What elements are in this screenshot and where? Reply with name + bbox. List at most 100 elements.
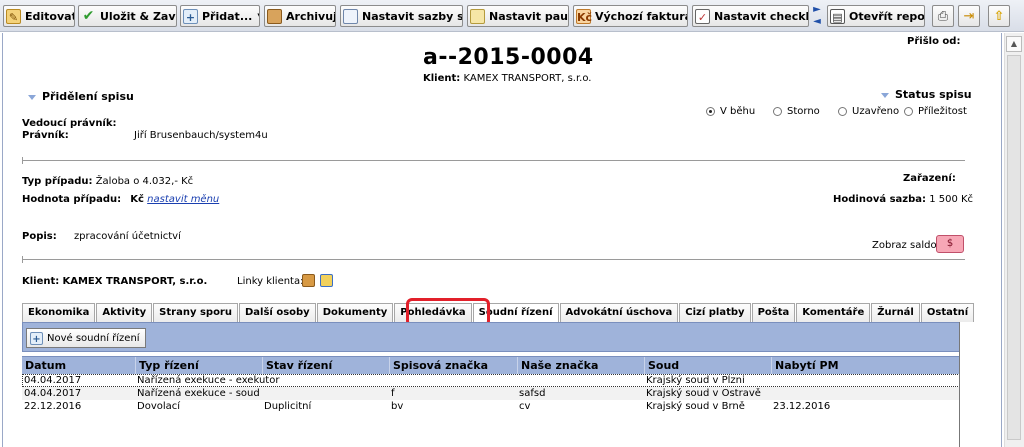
contacts-icon[interactable]: [320, 274, 333, 287]
print-button[interactable]: ⎙: [932, 5, 954, 27]
set-flat-fee-button[interactable]: Nastavit paušál: [467, 5, 569, 27]
open-report-button[interactable]: ▤ Otevřít report: [827, 5, 925, 27]
cell-legal-force: 23.12.2016: [773, 401, 831, 412]
status-option-label: Uzavřeno: [852, 106, 900, 117]
edit-button[interactable]: ✎ Editovat: [3, 5, 75, 27]
status-radio-running[interactable]: V běhu: [706, 106, 755, 117]
status-option-label: Storno: [787, 106, 820, 117]
new-court-proceeding-button[interactable]: + Nové soudní řízení: [26, 328, 146, 348]
section-divider: [22, 157, 965, 164]
swap-arrows-icon[interactable]: ► ◄: [811, 4, 823, 28]
set-flat-fee-button-label: Nastavit paušál: [489, 9, 569, 23]
tab-foreign-payments[interactable]: Cizí platby: [679, 303, 751, 322]
case-type-value: Žaloba o 4.032,- Kč: [95, 176, 194, 187]
grid-toolbar: [22, 322, 960, 352]
table-row[interactable]: 04.04.2017 Nařízená exekuce - soud f saf…: [22, 387, 960, 400]
report-icon: ▤: [830, 8, 845, 24]
category-label: Zařazení:: [903, 173, 956, 184]
status-radio-opportunity[interactable]: Příležitost: [904, 106, 967, 117]
tab-activities[interactable]: Aktivity: [96, 303, 153, 322]
header-client-name: KAMEX TRANSPORT, s.r.o.: [463, 73, 592, 84]
archive-button[interactable]: Archivuj: [264, 5, 336, 27]
header-client-label: Klient:: [423, 73, 461, 84]
cell-proceeding-type: Nařízená exekuce - exekutor: [137, 375, 280, 386]
move-up-button[interactable]: ⇧: [988, 5, 1010, 27]
arrived-from-label: Přišlo od:: [907, 36, 961, 47]
column-header-proceeding-status[interactable]: Stav řízení: [262, 357, 389, 375]
hourly-rate-value: 1 500 Kč: [929, 194, 974, 205]
tab-journal[interactable]: Žurnál: [871, 303, 920, 322]
status-radio-closed[interactable]: Uzavřeno: [838, 106, 899, 117]
tab-other-persons[interactable]: Další osoby: [238, 303, 316, 322]
address-book-icon[interactable]: [302, 274, 315, 287]
tab-mail[interactable]: Pošta: [751, 303, 796, 322]
cell-court: Krajský soud v Brně: [646, 401, 745, 412]
client-links-label: Linky klienta:: [237, 276, 304, 287]
cell-our-reference: safsd: [519, 388, 546, 399]
table-row[interactable]: 04.04.2017 Nařízená exekuce - exekutor K…: [22, 374, 960, 387]
radio-icon: [773, 106, 782, 116]
archive-button-label: Archivuj: [286, 9, 336, 23]
header-client-line: Klient: KAMEX TRANSPORT, s.r.o.: [423, 73, 591, 84]
column-header-date[interactable]: Datum: [22, 357, 135, 375]
rates-icon: [343, 8, 358, 24]
edit-button-label: Editovat: [25, 9, 75, 23]
tab-documents[interactable]: Dokumenty: [316, 303, 394, 322]
flat-fee-icon: [470, 8, 485, 24]
default-billing-button-label: Výchozí fakturace: [595, 9, 687, 23]
tab-escrow[interactable]: Advokátní úschova: [559, 303, 679, 322]
grid-header: Datum Typ řízení Stav řízení Spisová zna…: [22, 356, 960, 375]
column-header-legal-force[interactable]: Nabytí PM: [771, 357, 960, 375]
checkmark-icon: ✔: [82, 7, 95, 24]
tab-parties[interactable]: Strany sporu: [153, 303, 238, 322]
new-document-icon: +: [30, 331, 43, 345]
cell-proceeding-type: Dovolací: [137, 401, 181, 412]
grid-body: 04.04.2017 Nařízená exekuce - exekutor K…: [22, 374, 960, 413]
cell-our-reference: cv: [519, 401, 531, 412]
save-close-button[interactable]: ✔ Uložit & Zavřít: [78, 5, 177, 27]
cell-court: Krajský soud v Plzni: [646, 375, 745, 386]
scrollbar-thumb[interactable]: [1007, 55, 1021, 440]
scroll-up-arrow-icon[interactable]: ▲: [1006, 36, 1022, 52]
chevron-down-icon: ▼: [257, 12, 259, 20]
set-checklist-button[interactable]: ✓ Nastavit checklist: [692, 5, 809, 27]
arrow-up-icon: ⇧: [993, 8, 1005, 24]
assignment-section-toggle[interactable]: Přidělení spisu: [28, 90, 134, 103]
column-header-proceeding-type[interactable]: Typ řízení: [135, 357, 262, 375]
client-name: KAMEX TRANSPORT, s.r.o.: [62, 276, 208, 287]
status-radio-storno[interactable]: Storno: [773, 106, 820, 117]
open-report-button-label: Otevřít report: [849, 9, 925, 23]
lawyer-label: Právník:: [22, 130, 69, 141]
add-icon: +: [183, 8, 198, 24]
set-currency-link[interactable]: nastavit měnu: [147, 194, 219, 205]
client-row: Klient: KAMEX TRANSPORT, s.r.o.: [22, 276, 207, 287]
tab-comments[interactable]: Komentáře: [796, 303, 871, 322]
show-balance-button[interactable]: $: [936, 235, 964, 253]
column-header-file-number[interactable]: Spisová značka: [389, 357, 517, 375]
save-close-button-label: Uložit & Zavřít: [100, 9, 176, 23]
set-rates-button[interactable]: Nastavit sazby spisu: [340, 5, 463, 27]
exit-door-icon: ⇥: [963, 8, 975, 24]
description-value: zpracování účetnictví: [73, 231, 181, 242]
printer-icon: ⎙: [937, 8, 949, 24]
case-value-label: Hodnota případu:: [22, 194, 122, 205]
cell-file-number: bv: [391, 401, 404, 412]
status-section-title: Status spisu: [895, 88, 972, 101]
cell-court: Krajský soud v Ostravě: [646, 388, 761, 399]
description-row: Popis: zpracování účetnictví: [22, 231, 181, 242]
table-row[interactable]: 22.12.2016 Dovolací Duplicitní bv cv Kra…: [22, 400, 960, 413]
status-section-toggle[interactable]: Status spisu: [881, 88, 972, 101]
status-option-label: Příležitost: [918, 106, 967, 117]
column-header-our-reference[interactable]: Naše značka: [517, 357, 644, 375]
case-value-row: Hodnota případu: Kč nastavit měnu: [22, 194, 219, 205]
add-dropdown-button[interactable]: + Přidat... ▼: [180, 5, 260, 27]
radio-icon: [904, 106, 913, 116]
archive-icon: [267, 8, 282, 24]
tab-other[interactable]: Ostatní: [920, 303, 975, 322]
default-billing-button[interactable]: Kč Výchozí fakturace: [573, 5, 688, 27]
description-label: Popis:: [22, 231, 57, 242]
tab-economy[interactable]: Ekonomika: [22, 303, 96, 322]
exit-button[interactable]: ⇥: [958, 5, 980, 27]
column-header-court[interactable]: Soud: [644, 357, 771, 375]
radio-icon: [838, 106, 847, 116]
